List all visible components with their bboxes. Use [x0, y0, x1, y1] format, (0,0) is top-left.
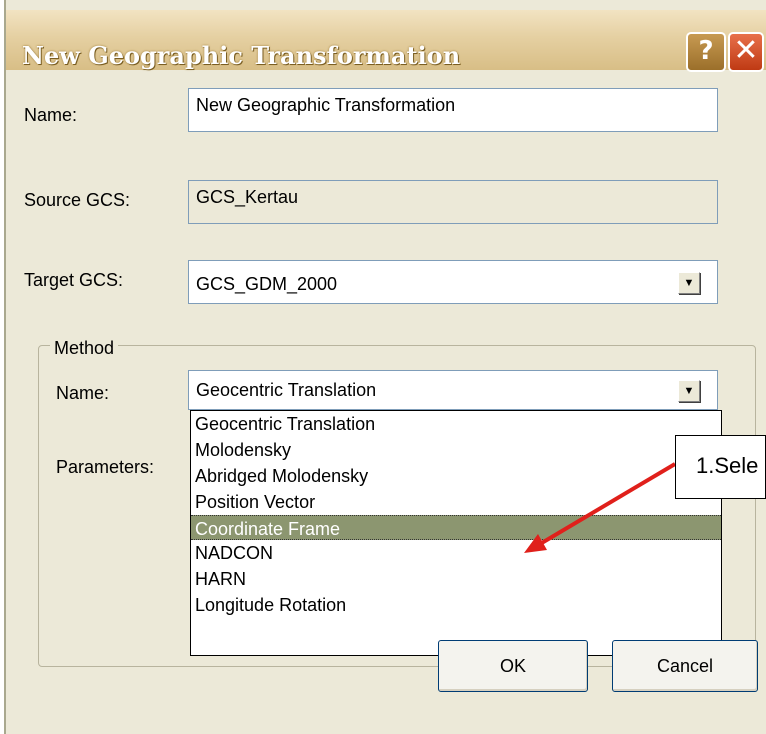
- title-bar[interactable]: New Geographic Transformation ? ✕: [6, 10, 766, 72]
- cancel-button[interactable]: Cancel: [612, 640, 758, 692]
- new-geographic-transformation-dialog: New Geographic Transformation ? ✕ Name: …: [4, 0, 766, 734]
- dropdown-option-longitude-rotation[interactable]: Longitude Rotation: [191, 592, 721, 618]
- parameters-label: Parameters:: [56, 457, 155, 477]
- ok-button[interactable]: OK: [438, 640, 588, 692]
- window-title: New Geographic Transformation: [22, 41, 461, 70]
- dropdown-option-abridged-molodensky[interactable]: Abridged Molodensky: [191, 463, 721, 489]
- target-gcs-combobox[interactable]: GCS_GDM_2000: [188, 260, 718, 304]
- method-name-combobox[interactable]: Geocentric Translation: [188, 370, 718, 410]
- method-dropdown-list[interactable]: Geocentric Translation Molodensky Abridg…: [190, 410, 722, 656]
- dropdown-option-molodensky[interactable]: Molodensky: [191, 437, 721, 463]
- dropdown-option-position-vector[interactable]: Position Vector: [191, 489, 721, 515]
- name-field[interactable]: New Geographic Transformation: [188, 88, 718, 132]
- method-dropdown-arrow-icon[interactable]: ▼: [678, 380, 700, 402]
- dropdown-option-harn[interactable]: HARN: [191, 566, 721, 592]
- name-label: Name:: [24, 105, 78, 125]
- help-button[interactable]: ?: [686, 32, 726, 72]
- method-group-title: Method: [50, 338, 119, 359]
- target-gcs-value: GCS_GDM_2000: [196, 274, 338, 294]
- dropdown-option-nadcon[interactable]: NADCON: [191, 540, 721, 566]
- annotation-callout: 1.Sele: [675, 435, 766, 499]
- close-button[interactable]: ✕: [728, 32, 764, 72]
- dropdown-option-coordinate-frame[interactable]: Coordinate Frame: [191, 514, 721, 541]
- target-gcs-dropdown-arrow-icon[interactable]: ▼: [678, 272, 700, 294]
- target-gcs-label: Target GCS:: [24, 270, 124, 290]
- method-name-label: Name:: [56, 383, 110, 403]
- method-name-value: Geocentric Translation: [196, 380, 377, 400]
- source-gcs-field: GCS_Kertau: [188, 180, 718, 224]
- dropdown-option-geocentric-translation[interactable]: Geocentric Translation: [191, 411, 721, 437]
- source-gcs-label: Source GCS:: [24, 190, 131, 210]
